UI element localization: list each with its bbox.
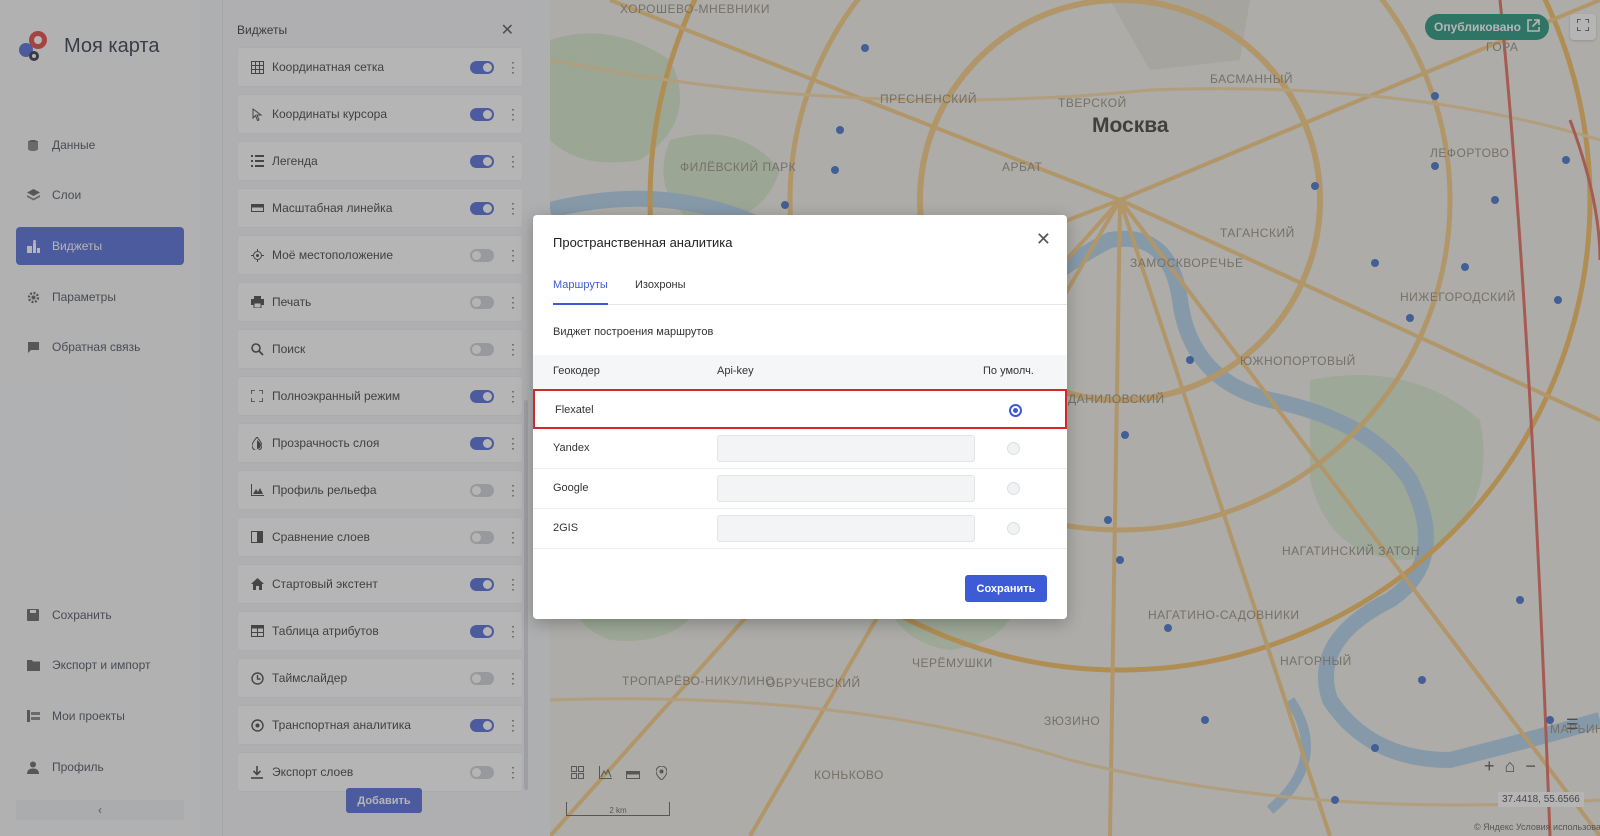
default-radio[interactable] [1009,404,1022,417]
spatial-analytics-dialog: Пространственная аналитика ✕ Маршруты Из… [533,215,1067,619]
column-header-default: По умолч. [983,365,1034,377]
geocoder-name: Google [553,482,589,494]
save-button[interactable]: Сохранить [965,575,1047,602]
table-row-flexatel: Flexatel [533,389,1067,429]
api-key-input[interactable] [717,475,975,502]
tab-routes[interactable]: Маршруты [553,277,608,305]
geocoder-name: Flexatel [555,404,594,416]
api-key-input[interactable] [717,435,975,462]
close-icon[interactable]: ✕ [1036,229,1051,250]
default-radio[interactable] [1007,442,1020,455]
column-header-api-key: Api-key [717,365,754,377]
default-radio[interactable] [1007,522,1020,535]
table-header: Геокодер Api-key По умолч. [533,355,1067,389]
tab-isochrones[interactable]: Изохроны [635,277,686,305]
geocoder-name: 2GIS [553,522,579,534]
table-row-2gis: 2GIS [533,509,1067,549]
table-row-google: Google [533,469,1067,509]
api-key-input[interactable] [717,515,975,542]
default-radio[interactable] [1007,482,1020,495]
dialog-title: Пространственная аналитика [553,235,733,250]
column-header-geocoder: Геокодер [553,365,600,377]
dialog-subtitle: Виджет построения маршрутов [553,326,714,338]
geocoder-name: Yandex [553,442,590,454]
dialog-tabs: Маршруты Изохроны [553,277,1067,305]
table-row-yandex: Yandex [533,429,1067,469]
